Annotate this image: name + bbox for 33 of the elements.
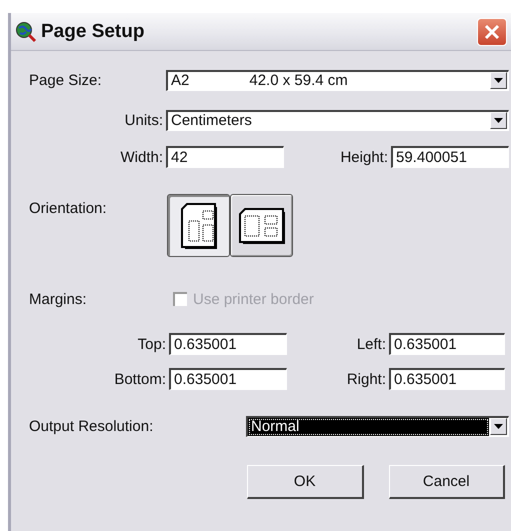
margin-label: Right: bbox=[346, 370, 387, 388]
window-title: Page Setup bbox=[41, 20, 146, 42]
margin-label: Top: bbox=[136, 336, 167, 352]
globe-magnifier-icon bbox=[15, 20, 37, 42]
margin-field[interactable]: 0.635001 bbox=[389, 333, 505, 355]
height-field[interactable]: 59.400051 bbox=[391, 146, 509, 168]
units-dropdown[interactable]: Centimeters bbox=[166, 110, 509, 130]
field-label: Width: bbox=[119, 148, 164, 166]
margin-field[interactable]: 0.635001 bbox=[169, 368, 287, 390]
field-label: Margins: bbox=[29, 290, 88, 308]
close-icon bbox=[484, 24, 500, 40]
field-label: Units: bbox=[124, 112, 164, 128]
close-button[interactable] bbox=[477, 18, 507, 46]
cancel-button[interactable]: Cancel bbox=[388, 465, 505, 499]
page-size-dropdown[interactable]: A2 42.0 x 59.4 cm bbox=[166, 70, 509, 90]
field-label: Orientation: bbox=[29, 200, 108, 217]
landscape-page-icon bbox=[238, 208, 284, 244]
margin-label: Left: bbox=[356, 336, 387, 352]
dropdown-arrow-icon bbox=[494, 78, 503, 83]
output-resolution-dropdown[interactable]: Normal bbox=[246, 416, 509, 436]
dropdown-arrow-icon bbox=[494, 424, 503, 429]
margin-field[interactable]: 0.635001 bbox=[389, 368, 505, 390]
margin-field[interactable]: 0.635001 bbox=[169, 333, 287, 355]
dropdown-arrow-icon bbox=[494, 118, 503, 123]
field-label: Output Resolution: bbox=[29, 418, 154, 434]
width-field[interactable]: 42 bbox=[166, 146, 284, 168]
field-label: Page Size: bbox=[29, 72, 103, 88]
ok-button[interactable]: OK bbox=[247, 465, 364, 499]
field-label: Height: bbox=[339, 148, 389, 166]
portrait-page-icon bbox=[180, 202, 216, 248]
orientation-button[interactable] bbox=[167, 194, 230, 257]
margin-label: Bottom: bbox=[113, 370, 167, 388]
orientation-button[interactable] bbox=[230, 194, 293, 257]
